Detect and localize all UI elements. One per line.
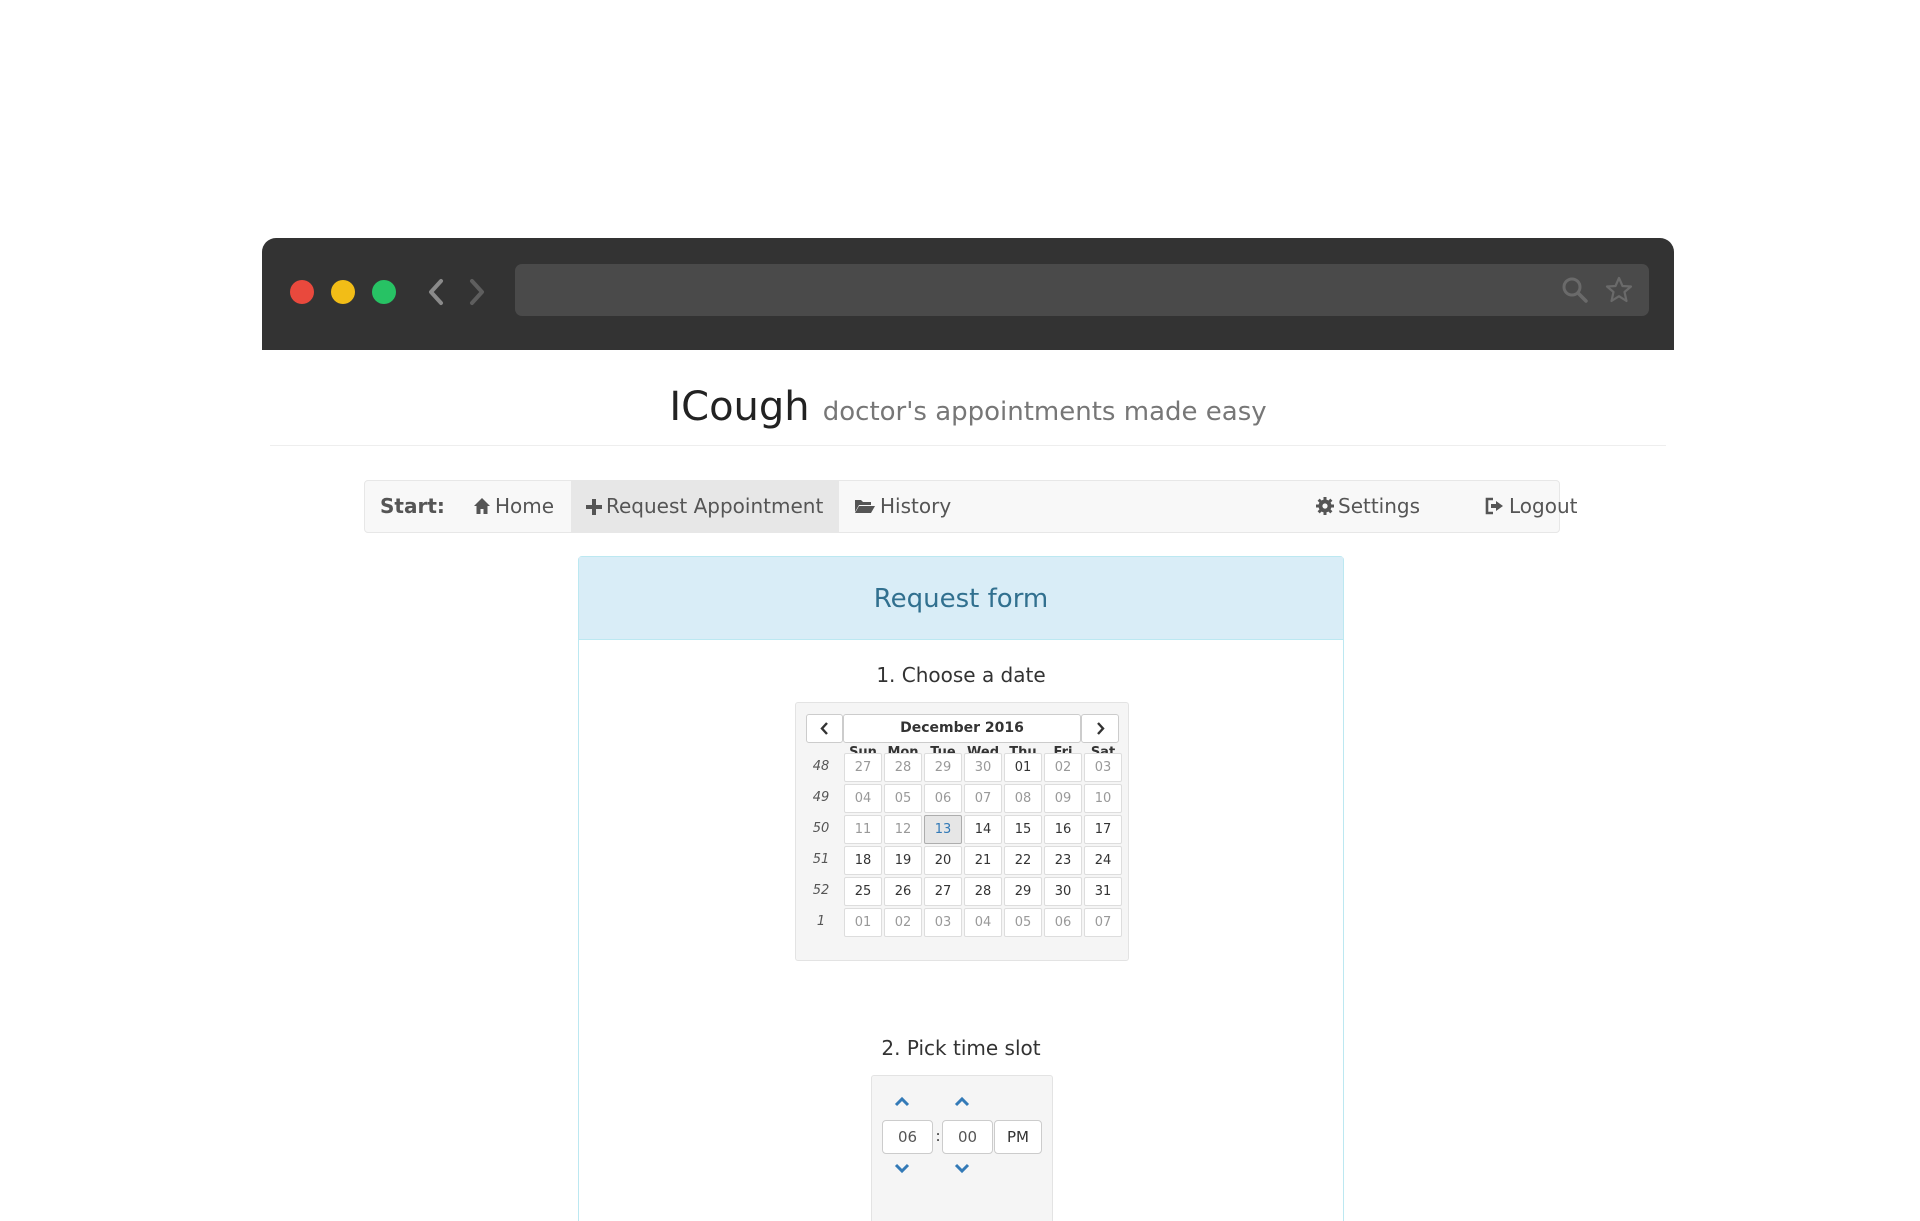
step-pick-time-label: 2. Pick time slot bbox=[881, 1036, 1041, 1060]
calendar-day[interactable]: 22 bbox=[1004, 846, 1042, 875]
forward-arrow-icon[interactable] bbox=[463, 276, 491, 308]
browser-window: ICough doctor's appointments made easy S… bbox=[262, 238, 1674, 1221]
calendar-day[interactable]: 15 bbox=[1004, 815, 1042, 844]
week-number: 48 bbox=[812, 759, 830, 774]
calendar-day[interactable]: 23 bbox=[1044, 846, 1082, 875]
calendar-day-today[interactable]: 13 bbox=[924, 815, 962, 844]
calendar-day[interactable]: 04 bbox=[844, 784, 882, 813]
calendar-day[interactable]: 27 bbox=[844, 753, 882, 782]
calendar-day[interactable]: 21 bbox=[964, 846, 1002, 875]
calendar-day[interactable]: 11 bbox=[844, 815, 882, 844]
nav-item-logout[interactable]: Logout bbox=[1470, 481, 1592, 532]
month-title-button[interactable]: December 2016 bbox=[843, 714, 1081, 743]
calendar-day[interactable]: 06 bbox=[924, 784, 962, 813]
week-number: 51 bbox=[812, 852, 830, 867]
nav-item-label: Logout bbox=[1509, 494, 1578, 518]
step-choose-date-label: 1. Choose a date bbox=[876, 663, 1046, 687]
week-number: 49 bbox=[812, 790, 830, 805]
calendar-day[interactable]: 16 bbox=[1044, 815, 1082, 844]
minimize-window-button[interactable] bbox=[331, 280, 355, 304]
calendar-day[interactable]: 01 bbox=[1004, 753, 1042, 782]
calendar-day[interactable]: 28 bbox=[964, 877, 1002, 906]
calendar-day[interactable]: 03 bbox=[924, 908, 962, 937]
hour-decrement-chevron-down-icon[interactable] bbox=[892, 1162, 912, 1176]
calendar-day[interactable]: 04 bbox=[964, 908, 1002, 937]
calendar-day[interactable]: 05 bbox=[1004, 908, 1042, 937]
calendar-day[interactable]: 01 bbox=[844, 908, 882, 937]
folder-open-icon bbox=[855, 500, 875, 513]
week-number: 1 bbox=[816, 914, 826, 929]
nav-item-label: History bbox=[880, 494, 952, 518]
previous-month-button[interactable] bbox=[806, 714, 843, 743]
meridian-toggle-button[interactable]: PM bbox=[994, 1120, 1042, 1154]
calendar-day[interactable]: 03 bbox=[1084, 753, 1122, 782]
chevron-right-icon bbox=[1097, 722, 1105, 735]
chevron-left-icon bbox=[819, 722, 828, 735]
nav-item-request-appointment[interactable]: Request Appointment bbox=[571, 481, 839, 532]
page-header: ICough doctor's appointments made easy bbox=[262, 350, 1674, 446]
calendar-day[interactable]: 25 bbox=[844, 877, 882, 906]
time-separator: : bbox=[935, 1127, 941, 1145]
plus-icon bbox=[586, 499, 602, 515]
browser-chrome bbox=[262, 238, 1674, 350]
date-picker: December 2016 SunMonTueWedThuFriSat 4827… bbox=[795, 702, 1129, 961]
calendar-day[interactable]: 27 bbox=[924, 877, 962, 906]
back-arrow-icon[interactable] bbox=[422, 276, 450, 308]
search-icon[interactable] bbox=[1561, 276, 1589, 304]
request-form-panel: Request form 1. Choose a date December 2… bbox=[578, 556, 1344, 1221]
gear-icon bbox=[1316, 497, 1334, 515]
next-month-button[interactable] bbox=[1081, 714, 1119, 743]
home-icon bbox=[474, 498, 490, 514]
nav-item-settings[interactable]: Settings bbox=[1301, 481, 1435, 532]
calendar-day[interactable]: 29 bbox=[1004, 877, 1042, 906]
calendar-day[interactable]: 20 bbox=[924, 846, 962, 875]
nav-item-label: Request Appointment bbox=[606, 494, 824, 518]
calendar-day[interactable]: 02 bbox=[1044, 753, 1082, 782]
calendar-day[interactable]: 30 bbox=[964, 753, 1002, 782]
calendar-day[interactable]: 12 bbox=[884, 815, 922, 844]
week-number: 52 bbox=[812, 883, 830, 898]
calendar-day[interactable]: 31 bbox=[1084, 877, 1122, 906]
calendar-day[interactable]: 02 bbox=[884, 908, 922, 937]
bookmark-star-icon[interactable] bbox=[1605, 276, 1633, 304]
maximize-window-button[interactable] bbox=[372, 280, 396, 304]
calendar-day[interactable]: 30 bbox=[1044, 877, 1082, 906]
calendar-day[interactable]: 18 bbox=[844, 846, 882, 875]
nav-item-home[interactable]: Home bbox=[458, 481, 569, 532]
calendar-day[interactable]: 07 bbox=[1084, 908, 1122, 937]
minute-input[interactable]: 00 bbox=[942, 1120, 993, 1154]
calendar-day[interactable]: 28 bbox=[884, 753, 922, 782]
calendar-day[interactable]: 06 bbox=[1044, 908, 1082, 937]
calendar-day[interactable]: 19 bbox=[884, 846, 922, 875]
nav-item-history[interactable]: History bbox=[839, 481, 966, 532]
calendar-day[interactable]: 09 bbox=[1044, 784, 1082, 813]
header-divider bbox=[270, 445, 1666, 446]
hour-input[interactable]: 06 bbox=[882, 1120, 933, 1154]
calendar-day[interactable]: 26 bbox=[884, 877, 922, 906]
calendar-day[interactable]: 24 bbox=[1084, 846, 1122, 875]
brand: ICough doctor's appointments made easy bbox=[262, 384, 1674, 430]
hour-increment-chevron-up-icon[interactable] bbox=[892, 1094, 912, 1108]
address-bar[interactable] bbox=[515, 264, 1649, 316]
calendar-day[interactable]: 08 bbox=[1004, 784, 1042, 813]
calendar-day[interactable]: 10 bbox=[1084, 784, 1122, 813]
time-picker: 06 : 00 PM bbox=[871, 1075, 1053, 1221]
calendar-day[interactable]: 17 bbox=[1084, 815, 1122, 844]
close-window-button[interactable] bbox=[290, 280, 314, 304]
nav-item-label: Home bbox=[495, 494, 555, 518]
logout-icon bbox=[1485, 497, 1503, 515]
week-number: 50 bbox=[812, 821, 830, 836]
calendar-day[interactable]: 05 bbox=[884, 784, 922, 813]
app-name: ICough bbox=[669, 384, 810, 430]
minute-increment-chevron-up-icon[interactable] bbox=[952, 1094, 972, 1108]
calendar-day[interactable]: 07 bbox=[964, 784, 1002, 813]
main-navbar: Start: Home Request Appointment History bbox=[364, 480, 1577, 533]
nav-start-label: Start: bbox=[380, 494, 445, 518]
minute-decrement-chevron-down-icon[interactable] bbox=[952, 1162, 972, 1176]
calendar-day[interactable]: 29 bbox=[924, 753, 962, 782]
calendar-day[interactable]: 14 bbox=[964, 815, 1002, 844]
panel-heading: Request form bbox=[579, 557, 1343, 640]
app-tagline: doctor's appointments made easy bbox=[822, 397, 1267, 427]
nav-item-label: Settings bbox=[1338, 494, 1421, 518]
